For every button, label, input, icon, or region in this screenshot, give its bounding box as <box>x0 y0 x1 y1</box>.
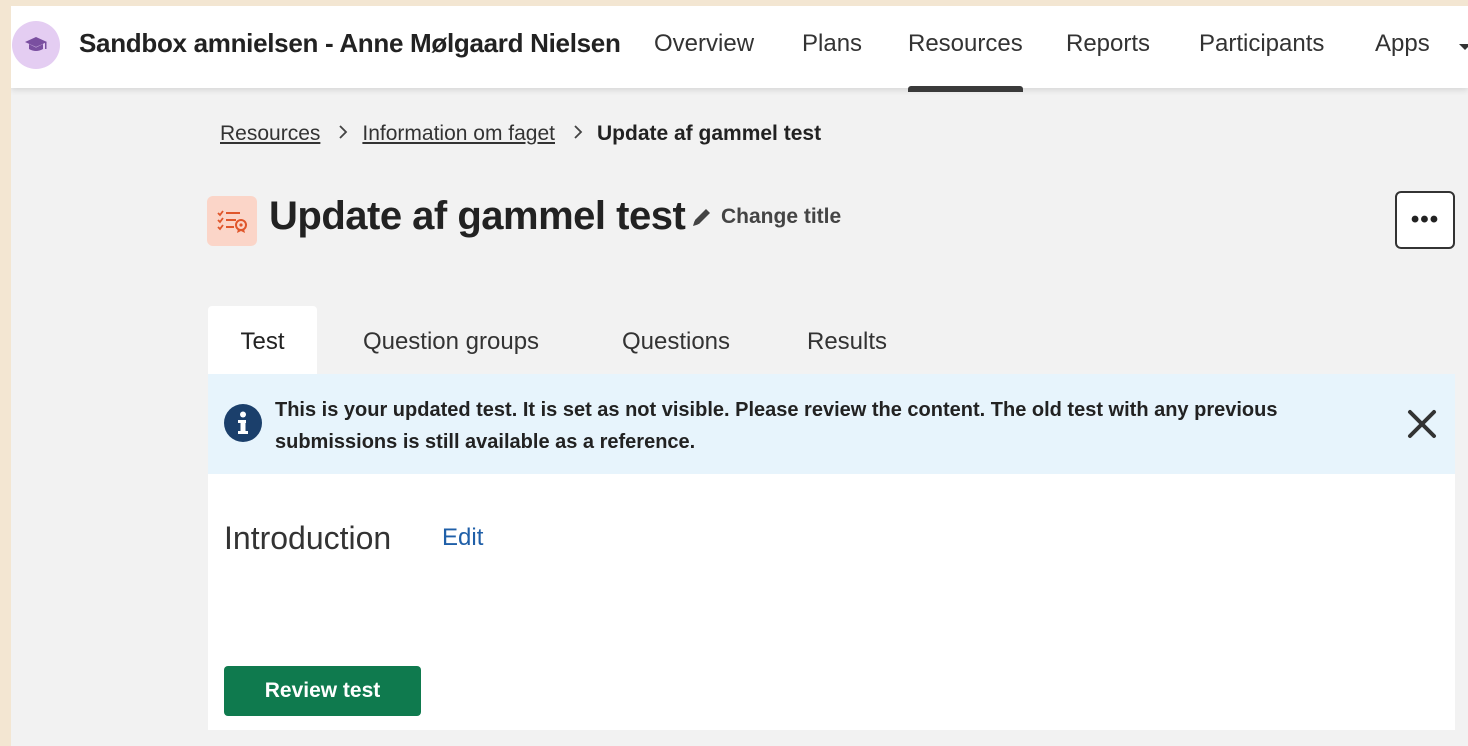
nav-apps[interactable]: Apps <box>1375 30 1430 58</box>
test-type-badge <box>207 196 257 246</box>
alert-message: This is your updated test. It is set as … <box>275 399 1278 453</box>
breadcrumb-resources[interactable]: Resources <box>220 122 320 146</box>
more-options-button[interactable]: ••• <box>1395 191 1455 249</box>
test-panel: This is your updated test. It is set as … <box>208 374 1455 730</box>
tab-question-groups[interactable]: Question groups <box>341 306 561 378</box>
info-alert: This is your updated test. It is set as … <box>208 374 1455 474</box>
change-title-label: Change title <box>721 205 842 228</box>
top-navigation: Sandbox amnielsen - Anne Mølgaard Nielse… <box>11 6 1468 92</box>
info-icon <box>224 404 262 442</box>
nav-participants[interactable]: Participants <box>1199 30 1324 58</box>
test-checklist-icon <box>217 210 247 233</box>
page-title: Update af gammel test <box>269 194 686 238</box>
course-avatar[interactable] <box>12 21 60 69</box>
course-title[interactable]: Sandbox amnielsen - Anne Mølgaard Nielse… <box>79 28 621 59</box>
edit-introduction-link[interactable]: Edit <box>442 524 483 552</box>
pencil-icon <box>693 209 710 226</box>
chevron-down-icon[interactable] <box>1459 44 1468 50</box>
graduation-cap-icon <box>25 37 47 51</box>
close-icon[interactable] <box>1404 406 1440 442</box>
tab-results[interactable]: Results <box>791 306 903 378</box>
nav-plans[interactable]: Plans <box>802 30 862 58</box>
nav-reports[interactable]: Reports <box>1066 30 1150 58</box>
chevron-right-icon <box>573 123 583 146</box>
breadcrumb: Resources Information om faget Update af… <box>220 122 821 146</box>
chevron-right-icon <box>338 123 348 146</box>
change-title-button[interactable]: Change title <box>691 205 841 229</box>
nav-overview[interactable]: Overview <box>654 30 754 58</box>
introduction-heading: Introduction <box>224 520 392 556</box>
breadcrumb-current: Update af gammel test <box>597 122 822 145</box>
tab-test[interactable]: Test <box>208 306 317 378</box>
review-test-button[interactable]: Review test <box>224 666 421 716</box>
breadcrumb-information[interactable]: Information om faget <box>362 122 555 146</box>
tab-questions[interactable]: Questions <box>601 306 751 378</box>
nav-resources[interactable]: Resources <box>908 30 1023 92</box>
app-window: Sandbox amnielsen - Anne Mølgaard Nielse… <box>11 6 1468 746</box>
